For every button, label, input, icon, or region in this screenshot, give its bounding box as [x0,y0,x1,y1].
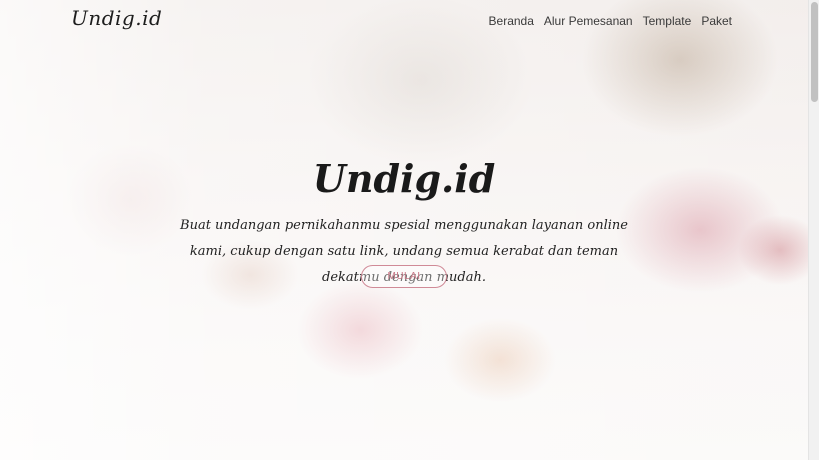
start-button[interactable]: MULAI [361,265,447,288]
nav-link-paket[interactable]: Paket [701,14,732,28]
scrollbar[interactable] [808,0,819,460]
hero-title: Undig.id [312,156,496,201]
nav-link-template[interactable]: Template [643,14,692,28]
scrollbar-thumb[interactable] [811,2,818,102]
nav-link-alur-pemesanan[interactable]: Alur Pemesanan [544,14,633,28]
brand-logo[interactable]: Undig.id [71,6,162,30]
navbar: Undig.id Beranda Alur Pemesanan Template… [0,0,808,42]
nav-link-beranda[interactable]: Beranda [489,14,534,28]
nav-links: Beranda Alur Pemesanan Template Paket [489,14,732,28]
